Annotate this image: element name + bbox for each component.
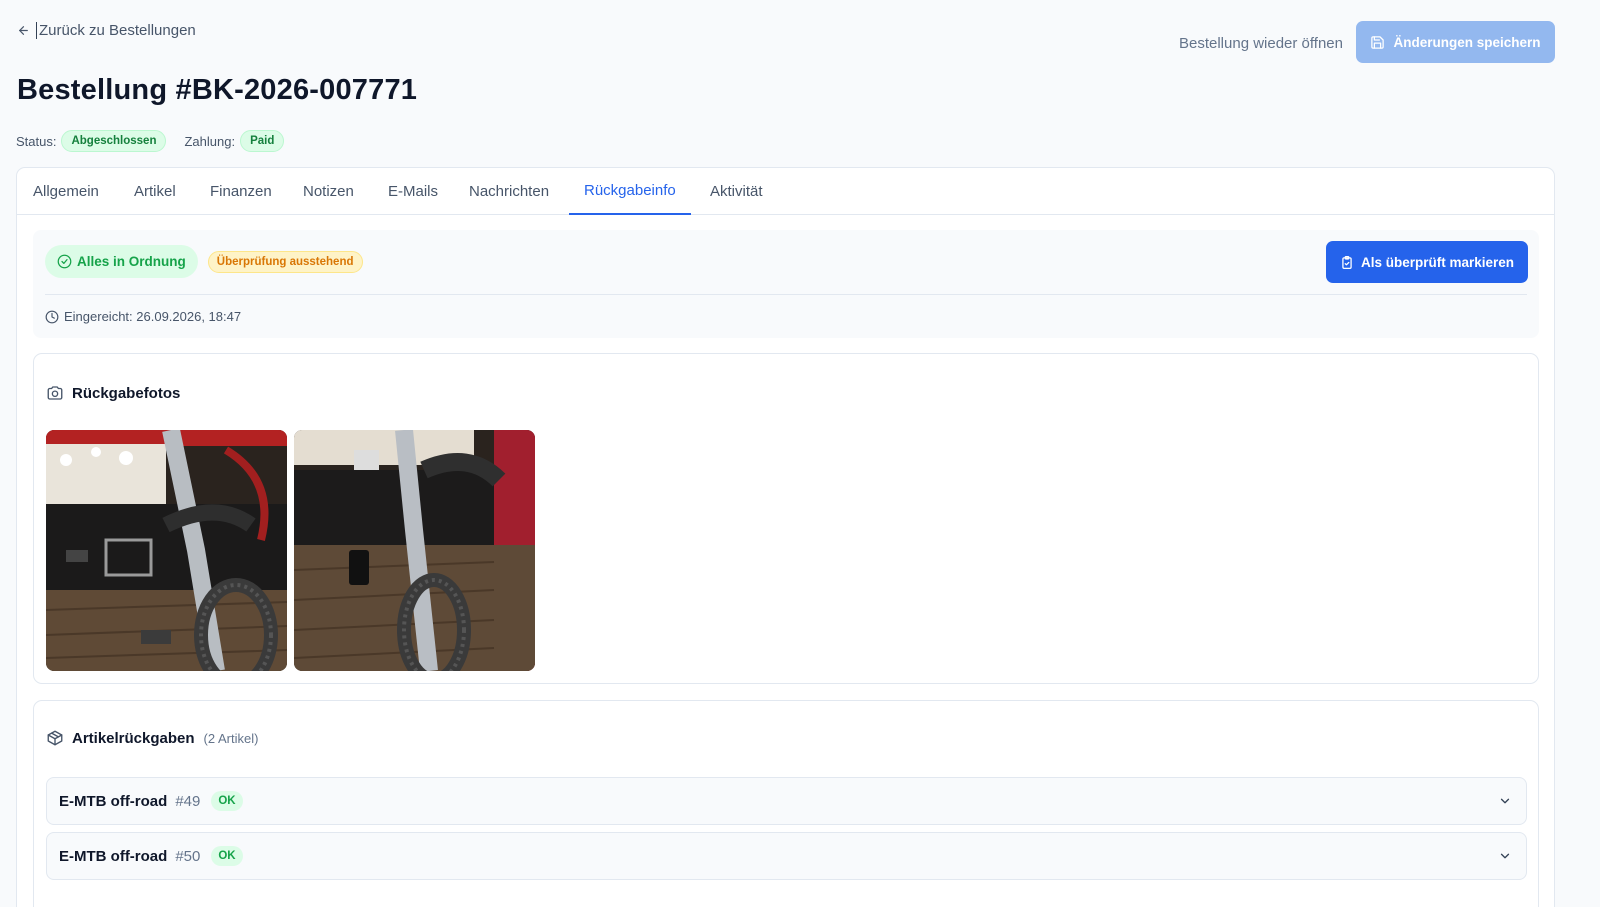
submitted-timestamp: Eingereicht: 26.09.2026, 18:47 (45, 309, 241, 324)
tab-nachrichten[interactable]: Nachrichten (454, 168, 564, 215)
item-returns-count: (2 Artikel) (203, 730, 259, 746)
status-label: Status: (16, 133, 57, 149)
chevron-down-icon[interactable] (1498, 794, 1512, 808)
clipboard-check-icon (1342, 255, 1352, 269)
tab-aktivitaet[interactable]: Aktivität (695, 168, 778, 215)
payment-label: Zahlung: (184, 133, 236, 149)
all-ok-label: Alles in Ordnung (77, 254, 186, 269)
return-photos-title: Rückgabefotos (72, 384, 181, 402)
tab-bar: Allgemein Artikel Finanzen Notizen E-Mai… (17, 168, 1554, 215)
tab-finanzen[interactable]: Finanzen (195, 168, 287, 215)
back-to-orders-link[interactable]: Zurück zu Bestellungen (17, 22, 196, 39)
review-pending-badge: Überprüfung ausstehend (207, 250, 363, 273)
item-returns-header: Artikelrückgaben (2 Artikel) (46, 729, 258, 747)
item-returns-title: Artikelrückgaben (72, 729, 195, 747)
mark-reviewed-label: Als überprüft markieren (1360, 254, 1515, 270)
return-photos-section: Rückgabefotos (33, 353, 1539, 684)
order-status-row: Status: Abgeschlossen Zahlung: Paid (16, 130, 285, 152)
save-changes-button[interactable]: Änderungen speichern (1356, 21, 1555, 63)
tab-notizen[interactable]: Notizen (288, 168, 369, 215)
tab-artikel[interactable]: Artikel (119, 168, 191, 215)
return-photo-2[interactable] (294, 430, 535, 671)
payment-badge: Paid (240, 130, 285, 152)
page-title: Bestellung #BK-2026-007771 (17, 74, 418, 106)
item-number: #49 (175, 792, 201, 810)
check-circle-icon (57, 254, 72, 269)
item-status-badge: OK (211, 846, 243, 866)
status-badge: Abgeschlossen (61, 130, 167, 152)
mark-reviewed-button[interactable]: Als überprüft markieren (1326, 241, 1528, 283)
submitted-text: Eingereicht: 26.09.2026, 18:47 (64, 309, 242, 324)
item-number: #50 (175, 847, 201, 865)
tab-rueckgabeinfo[interactable]: Rückgabeinfo (569, 168, 691, 215)
divider (45, 294, 1527, 295)
camera-icon (47, 386, 63, 400)
reopen-order-button[interactable]: Bestellung wieder öffnen (1179, 35, 1343, 52)
item-status-badge: OK (211, 791, 243, 811)
order-detail-card: Allgemein Artikel Finanzen Notizen E-Mai… (16, 167, 1555, 907)
item-returns-section: Artikelrückgaben (2 Artikel) E-MTB off-r… (33, 700, 1539, 907)
tab-allgemein[interactable]: Allgemein (18, 168, 114, 215)
arrow-left-icon (19, 26, 28, 35)
return-photo-image (294, 430, 535, 671)
return-photo-image (46, 430, 287, 671)
review-status-panel: Alles in Ordnung Überprüfung ausstehend … (33, 230, 1539, 338)
all-ok-badge: Alles in Ordnung (45, 245, 198, 278)
save-icon (1371, 35, 1385, 49)
text-cursor (36, 22, 37, 39)
return-photos-header: Rückgabefotos (46, 384, 180, 402)
item-name: E-MTB off-road (59, 792, 168, 810)
package-icon (47, 730, 63, 746)
back-link-label: Zurück zu Bestellungen (39, 22, 196, 39)
clock-icon (45, 310, 59, 323)
item-name: E-MTB off-road (59, 847, 168, 865)
return-photo-1[interactable] (46, 430, 287, 671)
save-changes-label: Änderungen speichern (1393, 34, 1541, 50)
item-return-row[interactable]: E-MTB off-road #50 OK (46, 832, 1527, 880)
item-return-row[interactable]: E-MTB off-road #49 OK (46, 777, 1527, 825)
tab-emails[interactable]: E-Mails (373, 168, 453, 215)
chevron-down-icon[interactable] (1498, 849, 1512, 863)
